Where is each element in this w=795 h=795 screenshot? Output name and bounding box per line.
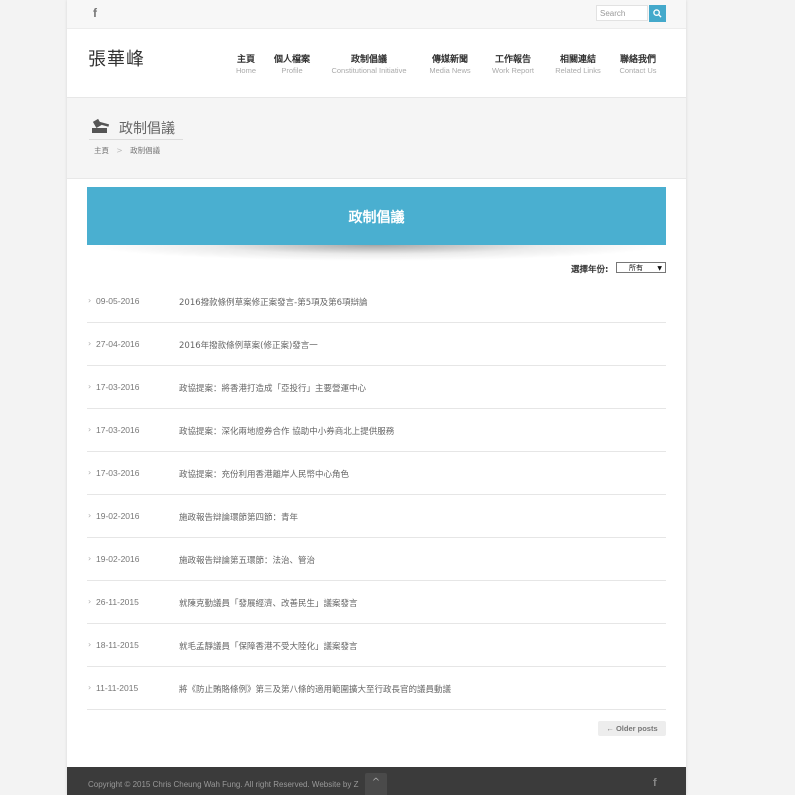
- section-banner: 政制倡議: [87, 187, 666, 245]
- nav-label: 政制倡議: [350, 55, 387, 65]
- post-list: › 09-05-2016 2016撥款條例草案修正案發言-第5項及第6項辯論 ›…: [87, 280, 666, 710]
- breadcrumb-current: 政制倡議: [130, 146, 161, 155]
- list-item: › 19-02-2016 施政報告辯論第五環節：法治、管治: [87, 538, 666, 581]
- list-item: › 17-03-2016 政協提案：將香港打造成「亞投行」主要營運中心: [87, 366, 666, 409]
- search-icon: [653, 9, 662, 18]
- nav-profile[interactable]: 個人檔案 Profile: [272, 55, 312, 76]
- nav-sublabel: Contact Us: [619, 66, 657, 75]
- nav-contact-us[interactable]: 聯絡我們 Contact Us: [616, 55, 660, 76]
- post-date: 17-03-2016: [96, 468, 140, 478]
- chevron-right-icon: ›: [88, 425, 92, 434]
- nav-label: 工作報告: [494, 55, 531, 65]
- post-link[interactable]: 政協提案：將香港打造成「亞投行」主要營運中心: [179, 382, 366, 394]
- post-date: 09-05-2016: [96, 296, 140, 306]
- post-date: 11-11-2015: [96, 683, 139, 693]
- nav-sublabel: Profile: [281, 66, 303, 75]
- nav-related-links[interactable]: 相關連結 Related Links: [552, 55, 604, 76]
- list-item: › 18-11-2015 就毛孟靜議員「保障香港不受大陸化」議案發言: [87, 624, 666, 667]
- breadcrumb: 主頁 > 政制倡議: [94, 145, 160, 156]
- nav-sublabel: Related Links: [555, 66, 601, 75]
- back-to-top-button[interactable]: ^: [365, 773, 387, 795]
- top-bar: f Search: [67, 0, 686, 29]
- post-link[interactable]: 2016年撥款條例草案(修正案)發言一: [179, 339, 318, 351]
- chevron-up-icon: ^: [371, 777, 381, 788]
- page-title: 政制倡議: [119, 121, 175, 137]
- nav-media-news[interactable]: 傳媒新聞 Media News: [427, 55, 473, 76]
- copyright-text: Copyright © 2015 Chris Cheung Wah Fung. …: [88, 780, 359, 789]
- chevron-right-icon: ›: [88, 511, 92, 520]
- banner-shadow: [87, 245, 666, 261]
- post-link[interactable]: 2016撥款條例草案修正案發言-第5項及第6項辯論: [179, 296, 368, 308]
- list-item: › 11-11-2015 將《防止賄賂條例》第三及第八條的適用範圍擴大至行政長官…: [87, 667, 666, 710]
- search-input[interactable]: Search: [596, 5, 648, 21]
- dropdown-arrow-icon: ▼: [657, 265, 662, 272]
- breadcrumb-home[interactable]: 主頁: [94, 146, 109, 155]
- nav-label: 相關連結: [559, 55, 596, 65]
- site-logo[interactable]: 張華峰: [88, 45, 145, 71]
- list-item: › 26-11-2015 就陳克勤議員「發展經濟、改善民生」議案發言: [87, 581, 666, 624]
- post-link[interactable]: 施政報告辯論環節第四節：青年: [179, 511, 298, 523]
- list-item: › 27-04-2016 2016年撥款條例草案(修正案)發言一: [87, 323, 666, 366]
- post-link[interactable]: 施政報告辯論第五環節：法治、管治: [179, 554, 315, 566]
- post-date: 27-04-2016: [96, 339, 140, 349]
- year-select[interactable]: 所有 ▼: [616, 262, 666, 273]
- post-date: 19-02-2016: [96, 554, 140, 564]
- nav-work-report[interactable]: 工作報告 Work Report: [488, 55, 538, 76]
- nav-constitutional-initiative[interactable]: 政制倡議 Constitutional Initiative: [326, 55, 412, 76]
- chevron-right-icon: ›: [88, 640, 92, 649]
- post-link[interactable]: 將《防止賄賂條例》第三及第八條的適用範圍擴大至行政長官的議員動議: [179, 683, 451, 695]
- page-title-band: 政制倡議 主頁 > 政制倡議: [67, 98, 686, 179]
- facebook-icon[interactable]: f: [653, 777, 657, 789]
- nav-sublabel: Work Report: [492, 66, 534, 75]
- post-date: 18-11-2015: [96, 640, 139, 650]
- post-date: 17-03-2016: [96, 425, 140, 435]
- chevron-right-icon: ›: [88, 683, 92, 692]
- chevron-right-icon: ›: [88, 468, 92, 477]
- page-container: f Search 張華峰 主頁 Home 個人檔案 Profile 政制倡議 C…: [67, 0, 686, 795]
- breadcrumb-separator: >: [116, 146, 123, 155]
- older-posts-button[interactable]: ← Older posts: [598, 721, 666, 736]
- nav-sublabel: Home: [235, 66, 256, 75]
- list-item: › 09-05-2016 2016撥款條例草案修正案發言-第5項及第6項辯論: [87, 280, 666, 323]
- title-divider: [89, 139, 183, 140]
- post-date: 19-02-2016: [96, 511, 140, 521]
- chevron-right-icon: ›: [88, 554, 92, 563]
- post-link[interactable]: 政協提案：深化兩地證券合作 協助中小券商北上提供服務: [179, 425, 394, 437]
- facebook-icon[interactable]: f: [93, 6, 97, 20]
- chevron-right-icon: ›: [88, 296, 92, 305]
- post-link[interactable]: 就陳克勤議員「發展經濟、改善民生」議案發言: [179, 597, 358, 609]
- post-link[interactable]: 就毛孟靜議員「保障香港不受大陸化」議案發言: [179, 640, 358, 652]
- nav-sublabel: Constitutional Initiative: [331, 66, 407, 75]
- chevron-right-icon: ›: [88, 597, 92, 606]
- nav-sublabel: Media News: [429, 66, 471, 75]
- gavel-icon: [92, 118, 110, 133]
- nav-label: 個人檔案: [273, 55, 310, 65]
- banner-title: 政制倡議: [348, 210, 405, 226]
- post-date: 26-11-2015: [96, 597, 139, 607]
- site-header: 張華峰 主頁 Home 個人檔案 Profile 政制倡議 Constituti…: [67, 29, 686, 98]
- nav-label: 主頁: [236, 55, 255, 65]
- nav-label: 傳媒新聞: [431, 55, 468, 65]
- nav-home[interactable]: 主頁 Home: [234, 55, 258, 76]
- year-select-value: 所有: [629, 264, 643, 272]
- list-item: › 17-03-2016 政協提案：充份利用香港離岸人民幣中心角色: [87, 452, 666, 495]
- chevron-right-icon: ›: [88, 382, 92, 391]
- site-footer: Copyright © 2015 Chris Cheung Wah Fung. …: [67, 767, 686, 795]
- post-link[interactable]: 政協提案：充份利用香港離岸人民幣中心角色: [179, 468, 349, 480]
- chevron-right-icon: ›: [88, 339, 92, 348]
- search-button[interactable]: [649, 5, 666, 22]
- list-item: › 19-02-2016 施政報告辯論環節第四節：青年: [87, 495, 666, 538]
- list-item: › 17-03-2016 政協提案：深化兩地證券合作 協助中小券商北上提供服務: [87, 409, 666, 452]
- nav-label: 聯絡我們: [619, 55, 656, 65]
- post-date: 17-03-2016: [96, 382, 140, 392]
- year-filter-label: 選擇年份:: [571, 265, 609, 275]
